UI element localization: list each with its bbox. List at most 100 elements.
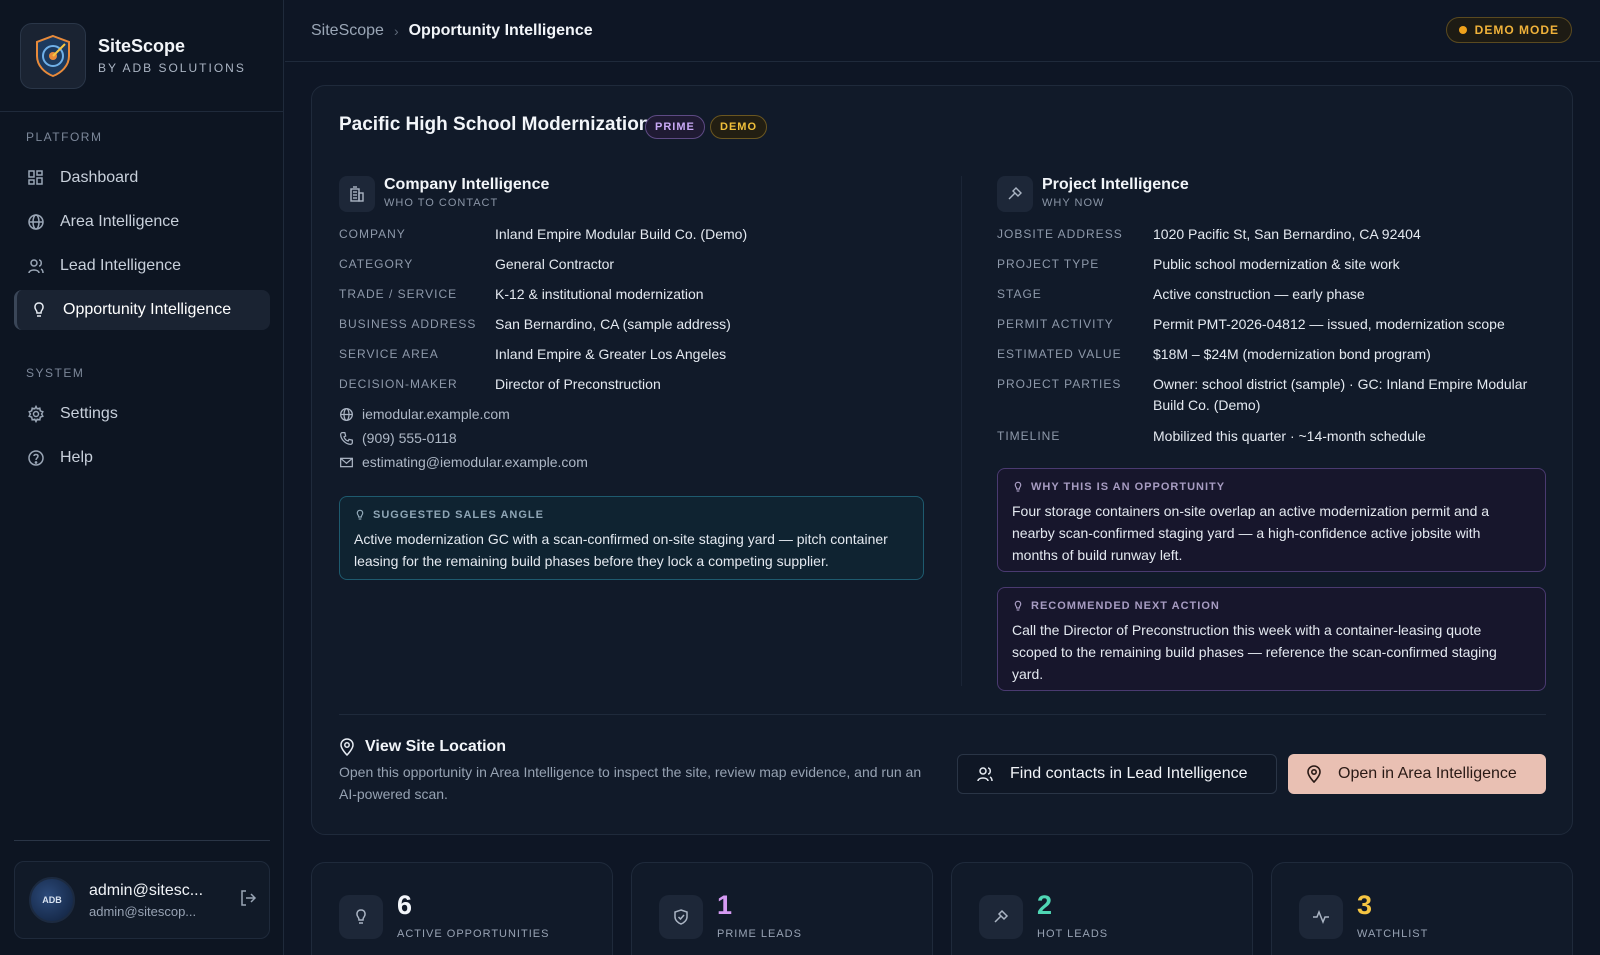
stat-label: HOT LEADS <box>1037 928 1109 940</box>
sidebar-item-help[interactable]: Help <box>14 438 270 478</box>
why-opportunity-header: WHY THIS IS AN OPPORTUNITY <box>1012 481 1225 493</box>
user-card[interactable]: ADB admin@sitesc... admin@sitescop... <box>14 861 270 939</box>
sidebar: SiteScope BY ADB SOLUTIONS PLATFORM Dash… <box>0 0 284 955</box>
topbar: SiteScope › Opportunity Intelligence DEM… <box>285 0 1600 62</box>
help-icon <box>26 448 46 468</box>
sidebar-item-label: Area Intelligence <box>60 213 180 230</box>
brand-subtitle: BY ADB SOLUTIONS <box>98 61 246 75</box>
field-value: General Contractor <box>495 256 615 272</box>
lightbulb-icon <box>1012 600 1024 612</box>
stat-value: 1 <box>717 890 733 920</box>
stat-value: 3 <box>1357 890 1373 920</box>
view-site-header: View Site Location <box>339 738 506 756</box>
map-pin-icon <box>339 738 355 756</box>
field-value: Mobilized this quarter · ~14-month sched… <box>1153 428 1426 444</box>
sidebar-item-label: Lead Intelligence <box>60 257 181 274</box>
sales-angle-title: SUGGESTED SALES ANGLE <box>373 509 544 521</box>
nav-section-platform: PLATFORM <box>26 130 103 144</box>
field-value: Inland Empire Modular Build Co. (Demo) <box>495 226 748 242</box>
users-icon <box>976 765 994 783</box>
demo-badge: DEMO <box>710 115 767 139</box>
company-intelligence-header: Company Intelligence WHO TO CONTACT <box>339 176 549 212</box>
field-value: San Bernardino, CA (sample address) <box>495 316 731 332</box>
globe-icon <box>26 212 46 232</box>
section-subtitle: WHO TO CONTACT <box>384 197 499 209</box>
section-title: Company Intelligence <box>384 176 550 193</box>
stat-card-active-opportunities[interactable]: 6 ACTIVE OPPORTUNITIES <box>311 862 613 955</box>
breadcrumb-root[interactable]: SiteScope <box>311 22 384 40</box>
hammer-icon <box>979 895 1023 939</box>
lightbulb-icon <box>354 509 366 521</box>
stat-label: WATCHLIST <box>1357 928 1429 940</box>
field-value: K-12 & institutional modernization <box>495 286 704 302</box>
phone-icon <box>339 431 355 446</box>
email-text: estimating@iemodular.example.com <box>362 454 588 470</box>
brand-header: SiteScope BY ADB SOLUTIONS <box>0 0 283 112</box>
logout-icon[interactable] <box>239 889 257 912</box>
find-contacts-button[interactable]: Find contacts in Lead Intelligence <box>957 754 1277 794</box>
sitescope-logo-icon[interactable] <box>20 22 86 89</box>
field-label: COMPANY <box>339 227 406 241</box>
field-value: 1020 Pacific St, San Bernardino, CA 9240… <box>1153 226 1421 242</box>
section-title: Project Intelligence <box>1042 176 1189 193</box>
field-label: CATEGORY <box>339 257 414 271</box>
field-label: DECISION-MAKER <box>339 377 458 391</box>
sidebar-divider <box>14 840 270 841</box>
field-label: ESTIMATED VALUE <box>997 347 1122 361</box>
chevron-right-icon: › <box>393 22 399 39</box>
field-label: STAGE <box>997 287 1042 301</box>
sidebar-item-label: Settings <box>60 405 118 422</box>
field-label: TRADE / SERVICE <box>339 287 458 301</box>
field-label: SERVICE AREA <box>339 347 439 361</box>
stat-card-watchlist[interactable]: 3 WATCHLIST <box>1271 862 1573 955</box>
open-area-intelligence-button[interactable]: Open in Area Intelligence <box>1288 754 1546 794</box>
next-action-body: Call the Director of Preconstruction thi… <box>1012 622 1497 682</box>
stat-value: 2 <box>1037 890 1053 920</box>
field-value: $18M – $24M (modernization bond program) <box>1153 346 1431 362</box>
sidebar-item-lead-intelligence[interactable]: Lead Intelligence <box>14 246 270 286</box>
stat-card-prime-leads[interactable]: 1 PRIME LEADS <box>631 862 933 955</box>
why-opportunity-box: WHY THIS IS AN OPPORTUNITY Four storage … <box>997 468 1546 572</box>
gear-icon <box>26 404 46 424</box>
sidebar-item-opportunity-intelligence[interactable]: Opportunity Intelligence <box>14 290 270 330</box>
map-pin-icon <box>1306 765 1322 783</box>
activity-icon <box>1299 895 1343 939</box>
status-dot-icon <box>1458 26 1467 34</box>
opportunity-title: Pacific High School Modernization <box>339 114 651 135</box>
sales-angle-box: SUGGESTED SALES ANGLE Active modernizati… <box>339 496 924 580</box>
view-site-title: View Site Location <box>365 738 507 755</box>
stat-card-hot-leads[interactable]: 2 HOT LEADS <box>951 862 1253 955</box>
sidebar-item-label: Help <box>60 449 93 466</box>
sales-angle-body: Active modernization GC with a scan-conf… <box>354 531 888 569</box>
lightbulb-icon <box>29 300 49 320</box>
next-action-title: RECOMMENDED NEXT ACTION <box>1031 600 1220 612</box>
demo-mode-label: DEMO MODE <box>1474 23 1559 37</box>
why-opportunity-title: WHY THIS IS AN OPPORTUNITY <box>1031 481 1226 493</box>
sidebar-item-area-intelligence[interactable]: Area Intelligence <box>14 202 270 242</box>
website-link[interactable]: iemodular.example.com <box>339 406 510 422</box>
breadcrumb: SiteScope › Opportunity Intelligence <box>311 22 593 40</box>
sidebar-item-dashboard[interactable]: Dashboard <box>14 158 270 198</box>
email-link[interactable]: estimating@iemodular.example.com <box>339 454 588 470</box>
building-icon <box>339 176 375 212</box>
avatar: ADB <box>29 877 75 923</box>
phone-link[interactable]: (909) 555-0118 <box>339 430 457 446</box>
field-label: BUSINESS ADDRESS <box>339 317 477 331</box>
view-site-description: Open this opportunity in Area Intelligen… <box>339 764 922 802</box>
users-icon <box>26 256 46 276</box>
opportunity-card: Pacific High School Modernization PRIME … <box>311 85 1573 835</box>
column-divider <box>961 176 962 686</box>
why-opportunity-body: Four storage containers on-site overlap … <box>1012 503 1490 563</box>
field-value: Public school modernization & site work <box>1153 256 1400 272</box>
lightbulb-icon <box>339 895 383 939</box>
field-label: PERMIT ACTIVITY <box>997 317 1114 331</box>
nav-section-system: SYSTEM <box>26 366 85 380</box>
sales-angle-header: SUGGESTED SALES ANGLE <box>354 509 544 521</box>
lightbulb-icon <box>1012 481 1024 493</box>
field-label: PROJECT PARTIES <box>997 377 1122 391</box>
sidebar-item-label: Opportunity Intelligence <box>63 301 232 318</box>
field-label: JOBSITE ADDRESS <box>997 227 1123 241</box>
next-action-header: RECOMMENDED NEXT ACTION <box>1012 600 1220 612</box>
sidebar-item-settings[interactable]: Settings <box>14 394 270 434</box>
user-name: admin@sitesc... <box>89 881 204 899</box>
